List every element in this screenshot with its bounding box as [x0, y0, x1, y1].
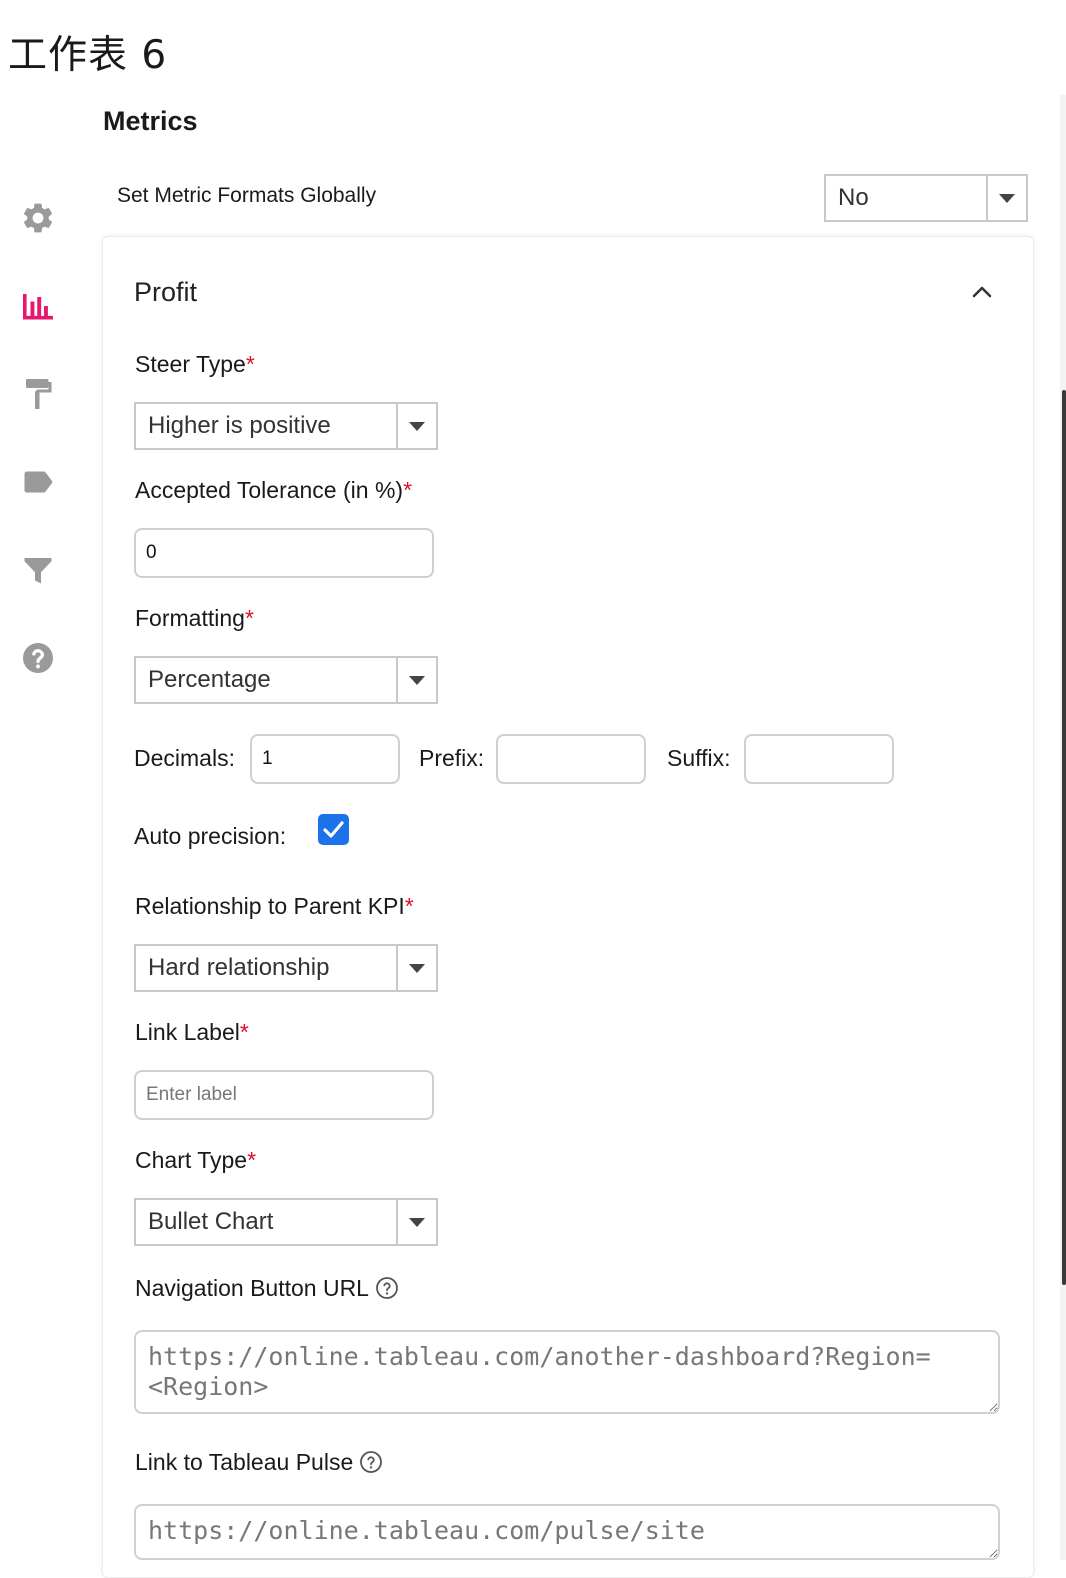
- suffix-label: Suffix:: [667, 745, 731, 771]
- window-title: 工作表 6: [8, 33, 168, 78]
- global-formats-label: Set Metric Formats Globally: [117, 184, 377, 207]
- formatting-label: Formatting*: [135, 605, 254, 631]
- tag-icon[interactable]: [20, 464, 56, 500]
- filter-icon[interactable]: [20, 552, 56, 588]
- prefix-input[interactable]: [496, 734, 646, 784]
- dropdown-arrow-icon: [396, 658, 436, 702]
- global-formats-value: No: [838, 184, 869, 211]
- dropdown-arrow-icon: [986, 176, 1026, 220]
- required-marker: *: [239, 1019, 249, 1045]
- chart-type-value: Bullet Chart: [148, 1208, 274, 1235]
- chevron-up-icon[interactable]: [968, 280, 996, 304]
- nav-url-label: Navigation Button URL: [135, 1275, 399, 1302]
- metric-name: Profit: [134, 277, 198, 307]
- relationship-value: Hard relationship: [148, 954, 330, 981]
- suffix-input[interactable]: [744, 734, 894, 784]
- steer-type-select[interactable]: Higher is positive: [134, 402, 438, 450]
- steer-type-value: Higher is positive: [148, 412, 331, 439]
- required-marker: *: [245, 351, 255, 377]
- question-circle-icon[interactable]: [359, 1450, 383, 1474]
- required-marker: *: [403, 477, 413, 503]
- relationship-label: Relationship to Parent KPI*: [135, 893, 414, 919]
- required-marker: *: [244, 605, 254, 631]
- link-label-input[interactable]: [134, 1070, 434, 1120]
- nav-url-textarea[interactable]: [134, 1330, 1000, 1414]
- global-formats-select[interactable]: No: [824, 174, 1028, 222]
- dropdown-arrow-icon: [396, 946, 436, 990]
- gear-icon[interactable]: [20, 200, 56, 236]
- formatting-value: Percentage: [148, 666, 271, 693]
- scrollbar-thumb[interactable]: [1062, 390, 1066, 1285]
- dropdown-arrow-icon: [396, 1200, 436, 1244]
- question-circle-icon[interactable]: [375, 1276, 399, 1300]
- link-label-label: Link Label*: [135, 1019, 249, 1045]
- decimals-label: Decimals:: [134, 745, 235, 771]
- prefix-label: Prefix:: [419, 745, 485, 771]
- pulse-link-textarea[interactable]: [134, 1504, 1000, 1560]
- section-title: Metrics: [103, 106, 198, 136]
- dropdown-arrow-icon: [396, 404, 436, 448]
- required-marker: *: [247, 1147, 257, 1173]
- auto-precision-checkbox[interactable]: [318, 814, 349, 845]
- relationship-select[interactable]: Hard relationship: [134, 944, 438, 992]
- checkmark-icon: [323, 821, 344, 838]
- steer-type-label: Steer Type*: [135, 351, 255, 377]
- chart-type-label: Chart Type*: [135, 1147, 257, 1173]
- paint-roller-icon[interactable]: [20, 376, 56, 412]
- pulse-link-label: Link to Tableau Pulse: [135, 1449, 383, 1476]
- formatting-select[interactable]: Percentage: [134, 656, 438, 704]
- tolerance-label: Accepted Tolerance (in %)*: [135, 477, 413, 503]
- bar-chart-icon[interactable]: [20, 288, 56, 324]
- decimals-input[interactable]: [250, 734, 400, 784]
- help-icon[interactable]: [20, 640, 56, 676]
- tolerance-input[interactable]: [134, 528, 434, 578]
- chart-type-select[interactable]: Bullet Chart: [134, 1198, 438, 1246]
- required-marker: *: [404, 893, 414, 919]
- auto-precision-label: Auto precision:: [134, 823, 287, 849]
